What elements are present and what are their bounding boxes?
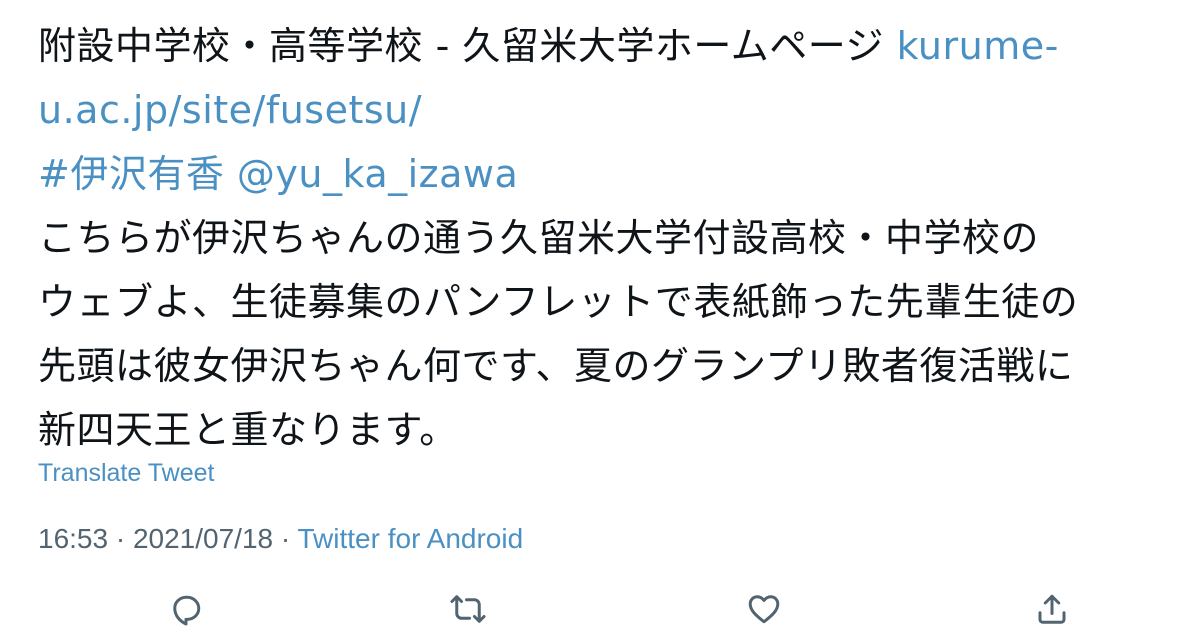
tweet-line-text: 先頭は彼女伊沢ちゃん何です、夏のグランプリ敗者復活戦に xyxy=(38,344,1074,388)
share-icon xyxy=(1038,594,1066,624)
tweet-line-text: 附設中学校・高等学校 - 久留米大学ホームページ xyxy=(38,24,897,68)
tweet-metadata: 16:53 · 2021/07/18 · Twitter for Android xyxy=(38,522,523,556)
retweet-button[interactable] xyxy=(444,585,492,633)
tweet-source-link[interactable]: Twitter for Android xyxy=(298,523,524,554)
tweet-line: 先頭は彼女伊沢ちゃん何です、夏のグランプリ敗者復活戦に xyxy=(38,334,1178,398)
tweet-line: 新四天王と重なります。 xyxy=(38,398,1178,462)
meta-separator: · xyxy=(108,523,133,554)
tweet-action-bar xyxy=(0,585,1200,635)
reply-button[interactable] xyxy=(162,585,210,633)
tweet-line: u.ac.jp/site/fusetsu/ xyxy=(38,78,1178,142)
translate-tweet-link[interactable]: Translate Tweet xyxy=(38,458,214,488)
hashtag-mention-link[interactable]: #伊沢有香 @yu_ka_izawa xyxy=(38,152,518,196)
share-button[interactable] xyxy=(1028,585,1076,633)
tweet-line-text: こちらが伊沢ちゃんの通う久留米大学付設高校・中学校の xyxy=(38,216,1040,260)
tweet-text: 附設中学校・高等学校 - 久留米大学ホームページ kurume- u.ac.jp… xyxy=(38,14,1178,462)
tweet-line-text: ウェブよ、生徒募集のパンフレットで表紙飾った先輩生徒の xyxy=(38,280,1079,324)
tweet-line: #伊沢有香 @yu_ka_izawa xyxy=(38,142,1178,206)
like-button[interactable] xyxy=(740,585,788,633)
tweet-line-text: 新四天王と重なります。 xyxy=(38,408,458,452)
tweet-date[interactable]: 2021/07/18 xyxy=(133,523,273,554)
tweet-line: 附設中学校・高等学校 - 久留米大学ホームページ kurume- xyxy=(38,14,1178,78)
tweet-line: こちらが伊沢ちゃんの通う久留米大学付設高校・中学校の xyxy=(38,206,1178,270)
tweet-line: ウェブよ、生徒募集のパンフレットで表紙飾った先輩生徒の xyxy=(38,270,1178,334)
tweet-link[interactable]: kurume- xyxy=(897,24,1059,68)
reply-icon xyxy=(173,595,201,626)
tweet-time[interactable]: 16:53 xyxy=(38,523,108,554)
meta-separator: · xyxy=(273,523,298,554)
like-icon xyxy=(748,595,780,624)
retweet-icon xyxy=(450,595,486,623)
tweet-link[interactable]: u.ac.jp/site/fusetsu/ xyxy=(38,88,422,132)
